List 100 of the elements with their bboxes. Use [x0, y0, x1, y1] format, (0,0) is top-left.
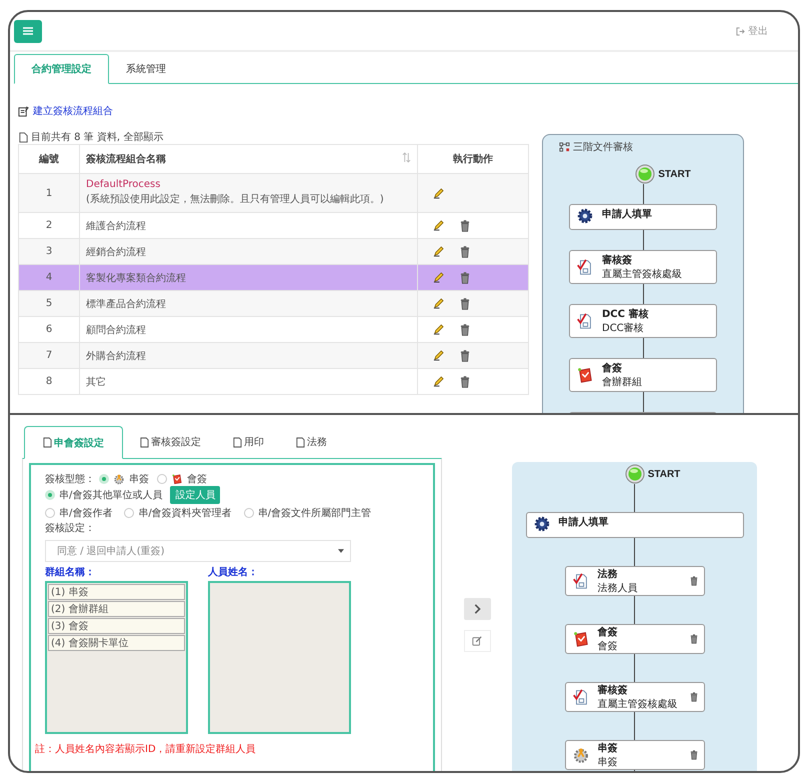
node-subtitle: 串簽	[598, 756, 618, 769]
document-check-icon	[576, 258, 594, 276]
node-subtitle: 會簽	[598, 640, 618, 653]
tab[interactable]: 用印	[218, 426, 279, 458]
pencil-icon[interactable]	[433, 350, 444, 361]
document-icon	[296, 436, 305, 448]
table-row[interactable]: 7 外購合約流程	[18, 342, 528, 368]
table-row[interactable]: 1 DefaultProcess (系統預設使用此設定，無法刪除。且只有管理人員可以編輯此項。)	[18, 174, 528, 212]
group-item[interactable]: (4) 會簽關卡單位	[48, 635, 185, 651]
field-label: 簽核設定：	[45, 522, 95, 534]
trash-icon[interactable]	[460, 246, 470, 258]
radio-label[interactable]: 會簽	[187, 472, 207, 486]
gear-person-icon	[113, 472, 125, 484]
tab[interactable]: 法務	[281, 426, 342, 458]
field-label: 人員姓名：	[208, 566, 259, 579]
trash-icon[interactable]	[460, 324, 470, 336]
radio-button[interactable]	[157, 474, 167, 484]
field-label: 簽核型態：	[45, 472, 95, 486]
workflow-icon	[559, 142, 570, 152]
node-subtitle: 法務人員	[598, 582, 638, 595]
logout-icon	[736, 26, 745, 36]
document-icon	[18, 132, 29, 142]
start-node-icon	[624, 464, 645, 484]
group-item[interactable]: (3) 會簽	[48, 618, 185, 634]
table-row[interactable]: 8 其它	[18, 368, 528, 394]
node-title: 申請人填單	[558, 516, 610, 529]
table-row[interactable]: 3 經銷合約流程	[18, 238, 528, 264]
table-cell: 標準產品合約流程	[80, 290, 418, 316]
pencil-icon[interactable]	[433, 376, 444, 387]
document-check-icon	[572, 688, 590, 706]
column-header[interactable]: 簽核流程組合名稱	[80, 144, 418, 174]
start-label: START	[658, 168, 691, 180]
flow-node[interactable]: 審核簽 直屬主管簽核處級	[569, 250, 717, 284]
trash-icon[interactable]	[690, 692, 698, 702]
pencil-icon[interactable]	[433, 220, 444, 231]
connector-line	[634, 484, 635, 512]
radio-button[interactable]	[124, 508, 134, 518]
gear-person-icon	[572, 746, 590, 764]
trash-icon[interactable]	[460, 350, 470, 362]
tab[interactable]: 系統管理	[109, 54, 183, 83]
flow-node[interactable]: 會簽 會辦群組	[569, 358, 717, 392]
group-item[interactable]: (2) 會辦群組	[48, 601, 185, 617]
connector-line	[634, 712, 635, 740]
tab[interactable]: 審核簽設定	[125, 426, 216, 458]
trash-icon[interactable]	[460, 376, 470, 388]
trash-icon[interactable]	[460, 298, 470, 310]
table-row[interactable]: 4 客製化專案類合約流程	[18, 264, 528, 290]
radio-label[interactable]: 串/會簽其他單位或人員	[59, 488, 162, 502]
radio-label[interactable]: 串/會簽文件所屬部門主管	[258, 506, 372, 520]
flow-title: 三階文件審核	[573, 140, 633, 154]
next-button[interactable]	[464, 598, 490, 620]
radio-button[interactable]	[244, 508, 254, 518]
trash-icon[interactable]	[460, 272, 470, 284]
connector-line	[634, 538, 635, 566]
node-title: 申請人填單	[602, 208, 653, 221]
create-flow-link[interactable]: 建立簽核流程組合	[33, 104, 113, 118]
table-row[interactable]: 5 標準產品合約流程	[18, 290, 528, 316]
radio-label[interactable]: 串/會簽作者	[59, 506, 112, 520]
group-list[interactable]: (1) 串簽 (2) 會辦群組 (3) 會簽 (4) 會簽關卡單位	[45, 581, 188, 734]
radio-button[interactable]	[45, 508, 55, 518]
document-check-icon	[576, 312, 594, 330]
chevron-right-icon	[472, 604, 482, 614]
radio-button[interactable]	[99, 474, 109, 484]
pencil-icon[interactable]	[433, 272, 444, 283]
node-title: 法務	[598, 568, 618, 581]
pencil-icon[interactable]	[433, 246, 444, 257]
radio-label[interactable]: 串簽	[129, 472, 149, 486]
radio-label[interactable]: 串/會簽資料夾管理者	[138, 506, 232, 520]
flow-node[interactable]: 法務 法務人員	[564, 566, 704, 596]
connector-line	[634, 596, 635, 624]
node-title: 審核簽	[602, 253, 633, 267]
trash-icon[interactable]	[690, 750, 698, 760]
flow-node[interactable]: 審核簽 直屬主管簽核處級	[564, 682, 704, 712]
settings-dropdown[interactable]: 同意 / 退回申請人(重簽)	[45, 540, 351, 562]
edit-button[interactable]	[464, 630, 490, 652]
default-process-name: DefaultProcess	[86, 178, 162, 190]
flow-node[interactable]: DCC 審核 DCC審核	[569, 304, 717, 338]
group-item[interactable]: (1) 串簽	[48, 584, 185, 600]
menu-button[interactable]	[14, 20, 42, 42]
pencil-icon[interactable]	[433, 298, 444, 309]
table-cell: 5	[18, 290, 80, 316]
node-subtitle: 直屬主管簽核處級	[602, 268, 683, 281]
record-summary: 目前共有 8 筆 資料, 全部顯示	[31, 130, 164, 144]
radio-button[interactable]	[45, 490, 55, 500]
pencil-icon[interactable]	[433, 324, 444, 335]
trash-icon[interactable]	[460, 220, 470, 232]
dropdown-caret-icon	[338, 549, 344, 553]
flow-node[interactable]: 會簽 會簽	[564, 624, 704, 654]
document-check-icon	[572, 572, 590, 590]
flow-node[interactable]: 串簽 串簽	[564, 740, 704, 770]
node-subtitle: 會辦群組	[602, 376, 643, 389]
node-title: 審核簽	[598, 683, 628, 697]
pencil-icon[interactable]	[433, 188, 444, 198]
trash-icon[interactable]	[690, 576, 698, 586]
flow-node[interactable]: 申請人填單	[569, 204, 717, 230]
trash-icon[interactable]	[690, 634, 698, 644]
table-cell: 1	[18, 174, 80, 212]
default-process-note: (系統預設使用此設定，無法刪除。且只有管理人員可以編輯此項。)	[86, 192, 385, 207]
flow-node[interactable]: 申請人填單	[526, 512, 744, 538]
node-title: 串簽	[598, 742, 618, 755]
